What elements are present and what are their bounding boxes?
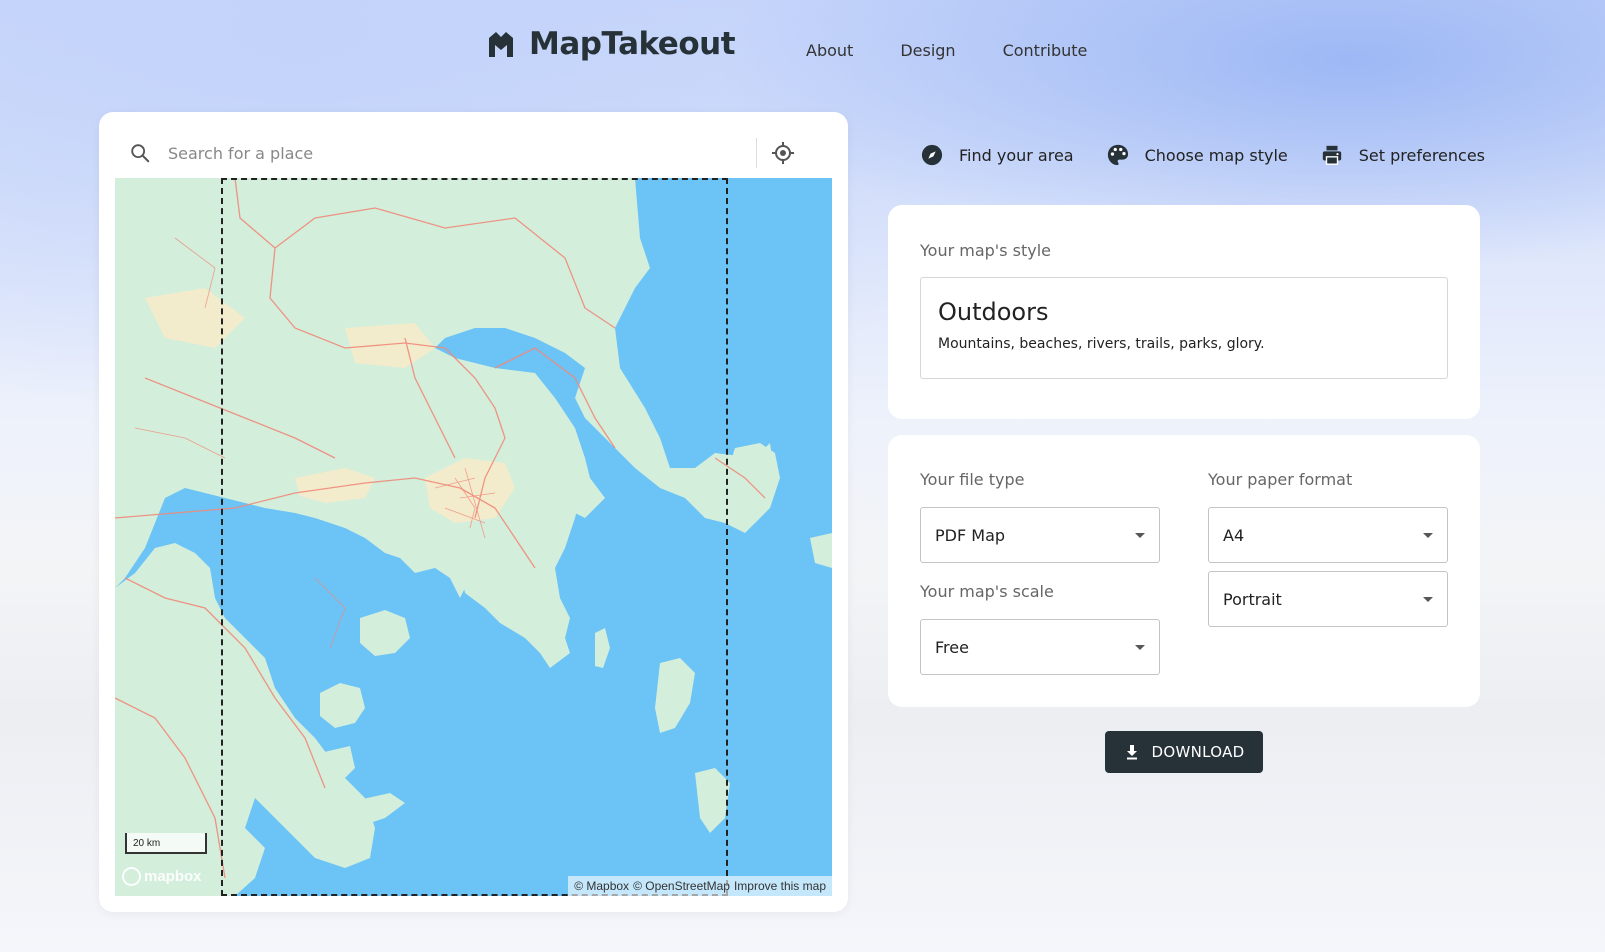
map-scale-value: Free	[935, 638, 969, 657]
mapbox-logo[interactable]: mapbox	[122, 867, 202, 886]
step-set-preferences[interactable]: Set preferences	[1321, 144, 1485, 166]
steps-nav: Find your area Choose map style Set pref…	[921, 144, 1485, 166]
palette-icon	[1107, 144, 1128, 166]
printer-icon	[1322, 145, 1341, 165]
chevron-down-icon	[1135, 645, 1145, 650]
map-canvas[interactable]: 20 km mapbox © Mapbox © OpenStreetMap Im…	[115, 178, 832, 896]
paper-format-value: A4	[1223, 526, 1245, 545]
brand-logo[interactable]: MapTakeout	[487, 26, 736, 62]
chevron-down-icon	[1423, 597, 1433, 602]
search-input[interactable]	[168, 138, 748, 168]
orientation-select[interactable]: Portrait	[1208, 571, 1448, 627]
map-scale-bar: 20 km	[125, 833, 207, 854]
download-icon	[1126, 745, 1137, 760]
map-style-label: Your map's style	[920, 241, 1051, 260]
chevron-down-icon	[1423, 533, 1433, 538]
orientation-value: Portrait	[1223, 590, 1282, 609]
print-area-frame[interactable]	[221, 178, 728, 896]
nav-contribute[interactable]: Contribute	[1003, 41, 1088, 60]
my-location-icon[interactable]	[771, 141, 795, 165]
search-divider	[756, 138, 757, 168]
map-style-name: Outdoors	[938, 298, 1049, 326]
paper-format-label: Your paper format	[1208, 470, 1353, 489]
mapbox-logo-text: mapbox	[144, 868, 202, 885]
preferences-card: Your file type PDF Map Your map's scale …	[888, 435, 1480, 707]
step-choose-style[interactable]: Choose map style	[1107, 144, 1288, 166]
nav-design[interactable]: Design	[900, 41, 955, 60]
mapbox-mark-icon	[122, 867, 141, 886]
step-set-preferences-label: Set preferences	[1358, 145, 1486, 165]
attrib-osm-link[interactable]: © OpenStreetMap	[633, 879, 730, 893]
step-choose-style-label: Choose map style	[1144, 145, 1288, 165]
map-scale-label: Your map's scale	[920, 582, 1054, 601]
attrib-improve-link[interactable]: Improve this map	[734, 879, 826, 893]
house-map-logo-icon	[489, 32, 513, 57]
site-header: MapTakeout About Design Contribute	[0, 0, 1605, 100]
file-type-label: Your file type	[920, 470, 1025, 489]
compass-icon	[921, 144, 943, 166]
map-attribution: © Mapbox © OpenStreetMap Improve this ma…	[568, 876, 832, 896]
file-type-value: PDF Map	[935, 526, 1006, 545]
main-nav: About Design Contribute	[806, 41, 1087, 60]
chevron-down-icon	[1135, 533, 1145, 538]
map-style-selector[interactable]: Outdoors Mountains, beaches, rivers, tra…	[920, 277, 1448, 379]
paper-format-select[interactable]: A4	[1208, 507, 1448, 563]
download-button-label: DOWNLOAD	[1151, 743, 1245, 761]
search-icon	[131, 144, 150, 163]
nav-about[interactable]: About	[806, 41, 853, 60]
download-button[interactable]: DOWNLOAD	[1105, 731, 1263, 773]
brand-name: MapTakeout	[529, 26, 736, 62]
map-style-card: Your map's style Outdoors Mountains, bea…	[888, 205, 1480, 419]
map-scale-select[interactable]: Free	[920, 619, 1160, 675]
map-card: 20 km mapbox © Mapbox © OpenStreetMap Im…	[99, 112, 848, 912]
attrib-mapbox-link[interactable]: © Mapbox	[574, 879, 629, 893]
map-style-description: Mountains, beaches, rivers, trails, park…	[938, 336, 1265, 352]
file-type-select[interactable]: PDF Map	[920, 507, 1160, 563]
step-find-area[interactable]: Find your area	[921, 144, 1074, 166]
search-bar	[115, 132, 817, 174]
step-find-area-label: Find your area	[959, 145, 1074, 165]
